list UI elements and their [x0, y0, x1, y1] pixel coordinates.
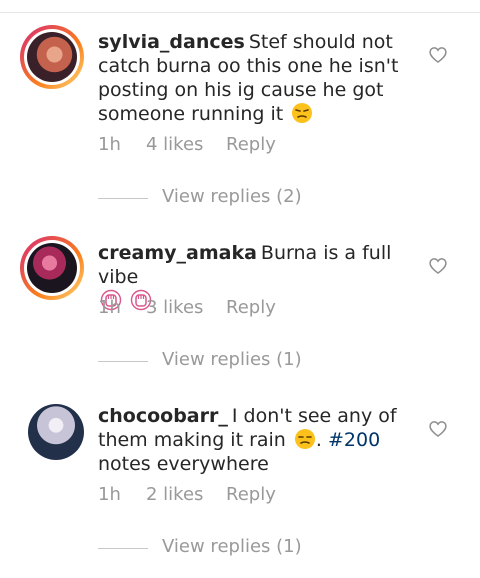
view-replies-button[interactable]: View replies (1) — [98, 536, 302, 560]
reply-button[interactable]: Reply — [226, 134, 276, 155]
comment-text: sylvia_dances Stef should not catch burna… — [98, 30, 416, 126]
heart-icon[interactable] — [428, 45, 448, 65]
timestamp: 1h — [98, 134, 121, 155]
view-replies-label: View replies (1) — [162, 349, 302, 370]
heart-icon[interactable] — [428, 419, 448, 439]
likes-count[interactable]: 2 likes — [146, 484, 203, 505]
heart-icon[interactable] — [428, 256, 448, 276]
reply-button[interactable]: Reply — [226, 484, 276, 505]
unamused-face-emoji — [292, 103, 313, 123]
avatar[interactable] — [24, 400, 88, 464]
timestamp: 1h — [98, 297, 121, 318]
likes-count[interactable]: 3 likes — [146, 297, 203, 318]
view-replies-button[interactable]: View replies (1) — [98, 349, 302, 373]
view-replies-button[interactable]: View replies (2) — [98, 186, 302, 210]
comment-text: chocoobarr_ I don't see any of them makin… — [98, 405, 397, 475]
replies-divider — [98, 548, 148, 549]
avatar[interactable] — [20, 236, 84, 300]
replies-divider — [98, 198, 148, 199]
username-link[interactable]: chocoobarr_ — [98, 405, 228, 427]
username-link[interactable]: creamy_amaka — [98, 242, 257, 264]
view-replies-label: View replies (1) — [162, 536, 302, 557]
avatar[interactable] — [20, 25, 84, 89]
likes-count[interactable]: 4 likes — [146, 134, 203, 155]
username-link[interactable]: sylvia_dances — [98, 31, 245, 53]
unamused-face-emoji — [294, 429, 315, 449]
timestamp: 1h — [98, 484, 121, 505]
hashtag-link[interactable]: #200 — [328, 429, 380, 451]
replies-divider — [98, 361, 148, 362]
top-divider — [0, 12, 480, 13]
comment-body-continued: notes everywhere — [98, 453, 269, 475]
view-replies-label: View replies (2) — [162, 186, 302, 207]
reply-button[interactable]: Reply — [226, 297, 276, 318]
